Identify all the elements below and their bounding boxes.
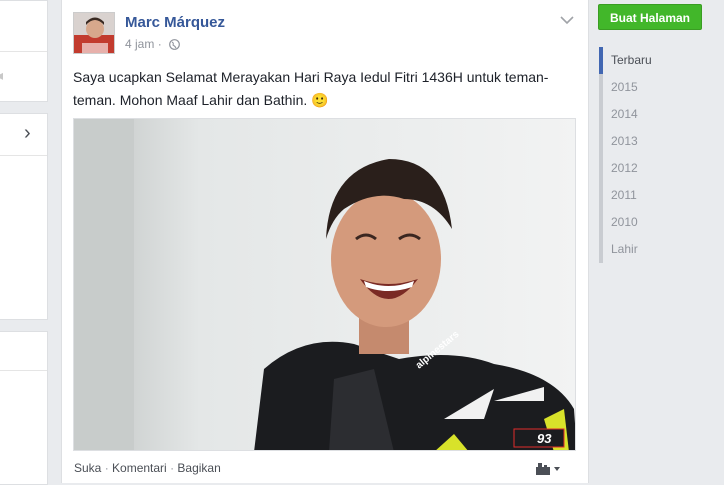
timeline-nav: Terbaru 2015 2014 2013 2012 2011 2010 La… (599, 47, 723, 263)
chevron-down-icon[interactable] (560, 12, 574, 28)
chevron-right-icon[interactable]: › (24, 123, 31, 143)
divider (0, 370, 47, 371)
post-card: Marc Márquez 4 jam · Saya ucapkan Selama… (61, 0, 589, 483)
post-time[interactable]: 4 jam (125, 37, 154, 51)
timeline-item-2012[interactable]: 2012 (603, 155, 723, 182)
comment-link[interactable]: Komentari (112, 461, 167, 475)
post-actions: Suka · Komentari · Bagikan (74, 461, 221, 475)
author-name[interactable]: Marc Márquez (125, 14, 225, 31)
audience-selector-icon[interactable] (534, 459, 566, 482)
share-link[interactable]: Bagikan (177, 461, 220, 475)
timeline-item-2013[interactable]: 2013 (603, 128, 723, 155)
divider (0, 155, 47, 156)
timeline-item-2014[interactable]: 2014 (603, 101, 723, 128)
divider (0, 51, 47, 52)
create-page-button[interactable]: Buat Halaman (598, 4, 702, 30)
action-separator: · (101, 461, 113, 475)
partial-icon: ◂ (0, 67, 3, 84)
number-badge: 93 (537, 431, 552, 446)
timeline-item-2015[interactable]: 2015 (603, 74, 723, 101)
like-link[interactable]: Suka (74, 461, 101, 475)
left-column-card (0, 113, 48, 320)
post-text: Saya ucapkan Selamat Merayakan Hari Raya… (73, 69, 549, 108)
timeline-active-indicator (599, 47, 603, 74)
left-column-card (0, 331, 48, 485)
meta-separator: · (157, 37, 162, 51)
avatar[interactable] (73, 12, 115, 54)
post-photo[interactable]: alpinestars 93 (73, 118, 576, 451)
action-separator: · (166, 461, 178, 475)
post-meta: 4 jam · (125, 37, 180, 53)
timeline-item-terbaru[interactable]: Terbaru (603, 47, 723, 74)
timeline-item-2011[interactable]: 2011 (603, 182, 723, 209)
globe-icon[interactable] (169, 39, 180, 53)
left-column-card: ◂ (0, 0, 48, 102)
timeline-item-2010[interactable]: 2010 (603, 209, 723, 236)
timeline-item-lahir[interactable]: Lahir (603, 236, 723, 263)
